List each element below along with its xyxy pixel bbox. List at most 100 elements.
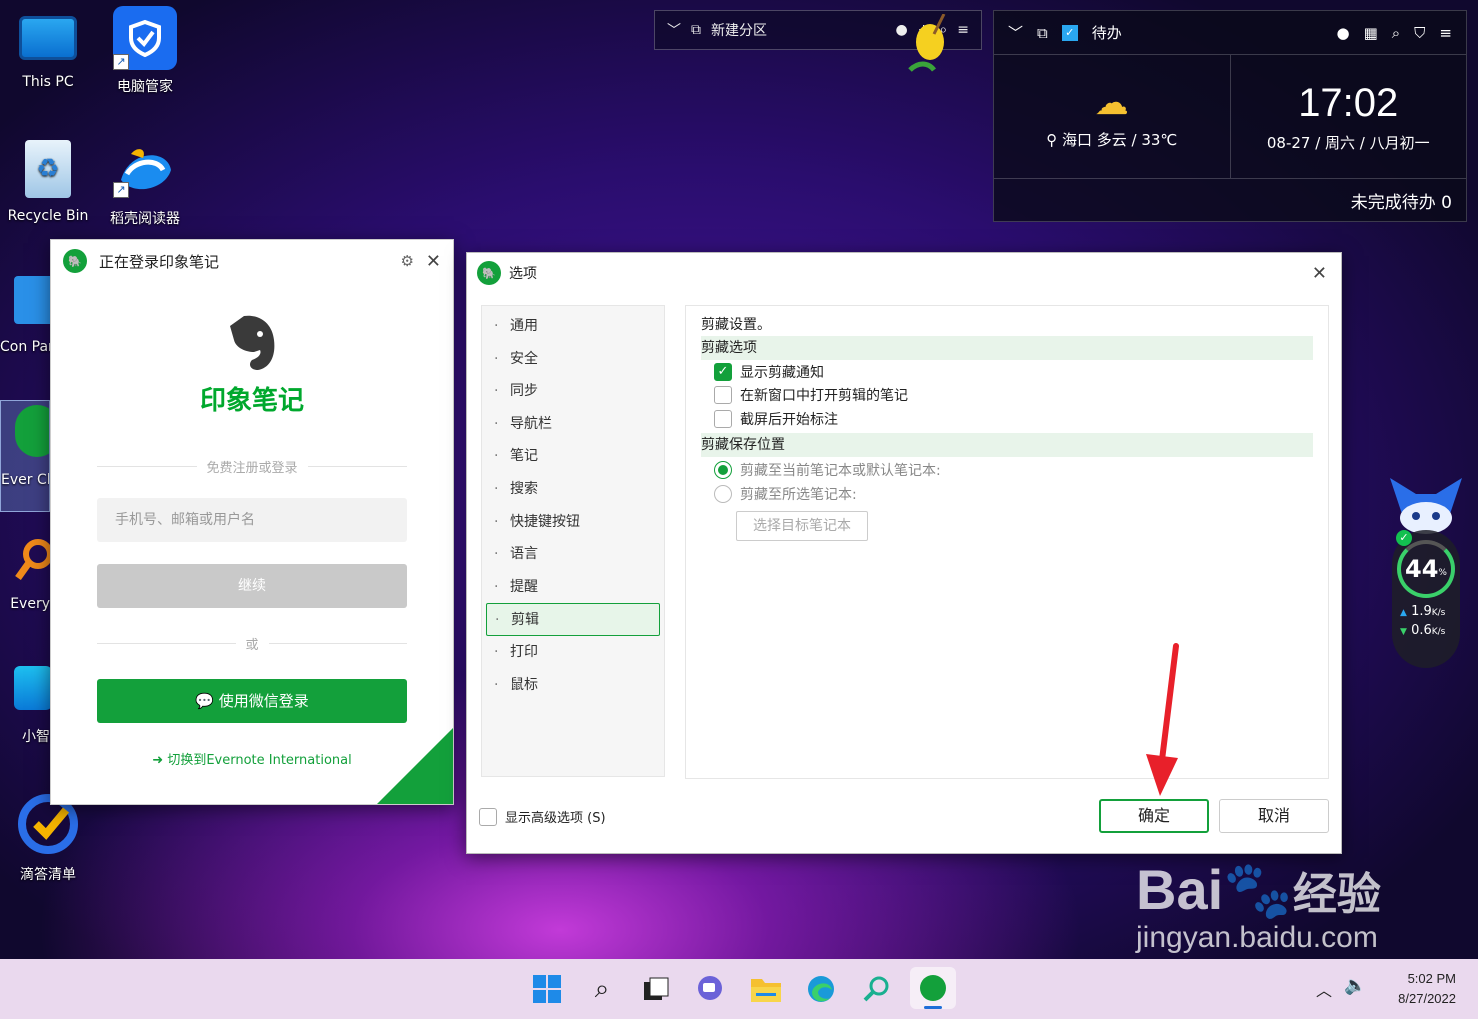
nav-item-shortcuts[interactable]: 快捷键按钮 xyxy=(482,506,664,539)
monitor-icon xyxy=(19,16,77,60)
tray-date: 8/27/2022 xyxy=(1398,991,1456,1006)
todo-footer[interactable]: 未完成待办 0 xyxy=(994,179,1466,221)
open-in-new-window-checkbox[interactable]: 在新窗口中打开剪辑的笔记 xyxy=(686,384,1328,408)
watermark-brand-cn: 经验 xyxy=(1292,870,1381,919)
ok-button[interactable]: 确定 xyxy=(1099,799,1209,833)
teams-chat-icon[interactable] xyxy=(692,971,728,1007)
radio-selected-icon xyxy=(714,461,732,480)
todo-check-icon: ✓ xyxy=(1061,24,1078,41)
radio-label: 剪藏至所选笔记本: xyxy=(740,486,857,503)
annotate-after-screenshot-checkbox[interactable]: 截屏后开始标注 xyxy=(686,407,1328,431)
desktop-icon-label: 小智 xyxy=(22,729,50,745)
red-arrow-annotation xyxy=(1146,643,1179,796)
nav-item-language[interactable]: 语言 xyxy=(482,538,664,571)
menu-icon[interactable]: ≡ xyxy=(1439,24,1452,42)
checkbox-label: 显示剪藏通知 xyxy=(740,364,824,381)
check-badge-icon: ✓ xyxy=(1396,530,1412,546)
wechat-login-label: 使用微信登录 xyxy=(218,692,309,710)
desktop-icon-label: 滴答清单 xyxy=(20,867,76,883)
nav-item-reminders[interactable]: 提醒 xyxy=(482,571,664,604)
radio-unselected-icon xyxy=(714,484,732,503)
paw-icon: 🐾 xyxy=(1223,858,1293,921)
nav-item-navbar[interactable]: 导航栏 xyxy=(482,408,664,441)
checkbox-unchecked-icon xyxy=(479,807,497,826)
show-clip-notification-checkbox[interactable]: ✓ 显示剪藏通知 xyxy=(686,360,1328,384)
edge-browser-icon[interactable] xyxy=(803,971,839,1007)
xiaozhi-icon xyxy=(14,666,50,710)
close-icon[interactable]: ✕ xyxy=(1312,263,1327,284)
radio-label: 剪藏至当前笔记本或默认笔记本: xyxy=(740,463,941,480)
desktop-icon-everything[interactable]: Every xyxy=(0,536,50,612)
login-divider: 免费注册或登录 xyxy=(51,457,453,476)
recycle-bin-icon: ♻ xyxy=(25,140,71,198)
evernote-logo-icon: 🐘 xyxy=(477,261,501,285)
desktop-icon-control-panel[interactable]: Con Par xyxy=(0,276,50,356)
nav-item-notes[interactable]: 笔记 xyxy=(482,440,664,473)
wechat-icon: 💬 xyxy=(195,692,214,710)
or-text: 或 xyxy=(245,638,259,653)
evernote-taskbar-icon[interactable] xyxy=(910,967,956,1009)
account-input[interactable]: 手机号、邮箱或用户名 xyxy=(97,498,407,542)
nav-item-mouse[interactable]: 鼠标 xyxy=(482,669,664,702)
restore-icon[interactable]: ⧉ xyxy=(691,22,701,38)
cpu-percent-unit: % xyxy=(1438,568,1447,578)
continue-button[interactable]: 继续 xyxy=(97,564,407,608)
desktop-icon-docer-reader[interactable]: ↗ 稻壳阅读器 xyxy=(97,140,193,228)
evernote-icon xyxy=(15,405,49,457)
save-default-notebook-radio[interactable]: 剪藏至当前笔记本或默认笔记本: xyxy=(686,459,1328,483)
checkbox-checked-icon: ✓ xyxy=(714,362,732,381)
calendar-icon[interactable]: ▦ xyxy=(1364,24,1378,42)
control-panel-icon xyxy=(14,276,50,324)
qr-corner-icon[interactable] xyxy=(377,728,453,804)
desktop-icon-ticktick[interactable]: 滴答清单 xyxy=(0,792,96,884)
desktop-icon-recycle-bin[interactable]: ♻ Recycle Bin xyxy=(0,140,96,224)
show-advanced-options-checkbox[interactable]: 显示高级选项 (S) xyxy=(467,805,606,829)
task-view-icon[interactable] xyxy=(638,971,674,1007)
close-icon[interactable]: ✕ xyxy=(426,251,441,272)
nav-item-general[interactable]: 通用 xyxy=(482,310,664,343)
menu-icon[interactable]: ≡ xyxy=(957,22,969,38)
user-icon[interactable]: ● xyxy=(1336,24,1349,42)
upload-rate: 1.9 xyxy=(1411,604,1432,619)
speaker-icon[interactable]: 🔈 xyxy=(1344,975,1366,996)
nav-item-search[interactable]: 搜索 xyxy=(482,473,664,506)
desktop-icon-this-pc[interactable]: This PC xyxy=(0,12,96,90)
desktop-icon-label: Con Par xyxy=(0,339,50,355)
download-arrow-icon: ▼ xyxy=(1400,627,1407,637)
file-explorer-icon[interactable] xyxy=(748,971,784,1007)
chevron-down-icon[interactable]: ﹀ xyxy=(1008,22,1023,43)
chevron-down-icon[interactable]: ﹀ xyxy=(667,20,681,40)
nav-item-clipper[interactable]: 剪辑 xyxy=(486,603,660,637)
desktop-icon-label: 电脑管家 xyxy=(117,79,173,95)
docer-reader-icon: ↗ xyxy=(113,140,177,198)
wechat-login-button[interactable]: 💬 使用微信登录 xyxy=(97,679,407,723)
desktop-icon-label: This PC xyxy=(22,74,74,90)
restore-icon[interactable]: ⧉ xyxy=(1037,24,1048,42)
topbar-label: 新建分区 xyxy=(711,23,767,39)
search-icon[interactable]: ⌕ xyxy=(1392,24,1400,42)
search-icon[interactable]: ⌕ xyxy=(584,971,620,1007)
system-monitor-widget[interactable]: ✓ 44% ▲ 1.9K/s ▼ 0.6K/s xyxy=(1392,530,1460,668)
select-notebook-button[interactable]: 选择目标笔记本 xyxy=(736,510,868,541)
desktop-icon-xiaozhi[interactable]: 小智 xyxy=(0,666,50,746)
baidu-watermark: Bai🐾经验 jingyan.baidu.com xyxy=(1136,860,1381,955)
location-pin-icon: ⚲ xyxy=(1046,131,1058,149)
clock-cell: 17:02 08-27 / 周六 / 八月初一 xyxy=(1229,55,1467,178)
weather-cell[interactable]: ☁ ⚲ 海口 多云 / 33℃ xyxy=(994,55,1230,178)
nav-item-security[interactable]: 安全 xyxy=(482,343,664,376)
save-selected-notebook-radio[interactable]: 剪藏至所选笔记本: xyxy=(686,482,1328,506)
tray-clock[interactable]: 5:02 PM 8/27/2022 xyxy=(1398,969,1456,1009)
nav-item-sync[interactable]: 同步 xyxy=(482,375,664,408)
shirt-icon[interactable]: ⛉ xyxy=(1414,24,1425,42)
windows-start-icon[interactable] xyxy=(529,971,565,1007)
cancel-button[interactable]: 取消 xyxy=(1219,799,1329,833)
login-title: 正在登录印象笔记 xyxy=(99,252,220,271)
settings-gear-icon[interactable]: ⚙ xyxy=(400,252,413,270)
desktop-icon-pc-manager[interactable]: ↗ 电脑管家 xyxy=(97,6,193,96)
chevron-up-icon[interactable]: ︿ xyxy=(1316,977,1332,1001)
desktop-icon-evernote[interactable]: Ever Chi xyxy=(0,400,50,512)
options-title: 选项 xyxy=(509,266,537,282)
clock-date: 08-27 / 周六 / 八月初一 xyxy=(1266,133,1430,152)
nav-item-print[interactable]: 打印 xyxy=(482,636,664,669)
everything-search-icon[interactable] xyxy=(858,971,894,1007)
